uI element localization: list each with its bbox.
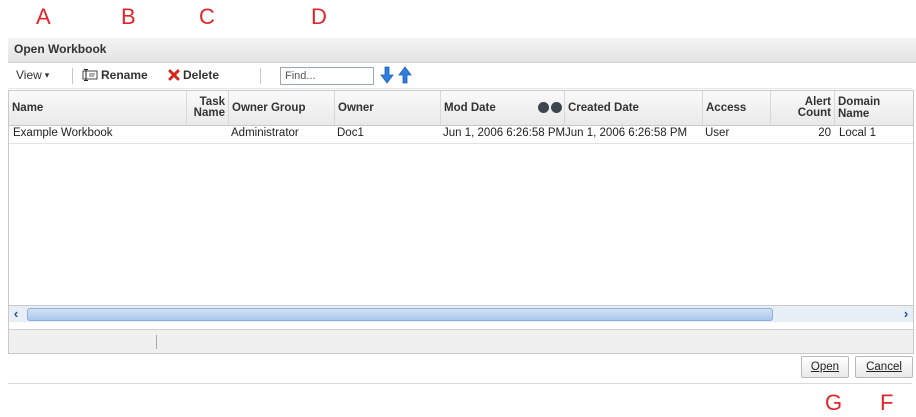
delete-label: Delete (183, 68, 220, 82)
arrow-up-icon[interactable] (398, 66, 412, 84)
arrow-down-icon[interactable] (380, 66, 394, 84)
callout-d: D (311, 4, 327, 29)
toolbar: View ▾ Rename Delete (8, 64, 912, 89)
cell-alert-count: 20 (818, 127, 831, 139)
table-header: Name Task Name Owner Group Owner Mod Dat… (9, 91, 913, 126)
view-menu[interactable]: View ▾ (16, 68, 49, 82)
open-button[interactable]: Open (801, 356, 849, 378)
column-header-owner[interactable]: Owner (335, 91, 441, 125)
callout-g: G (825, 390, 843, 415)
status-bar (9, 329, 913, 353)
column-header-domain-name[interactable]: Domain Name (835, 91, 913, 125)
cell-domain-name: Local 1 (839, 127, 877, 139)
column-header-task-name[interactable]: Task Name (187, 91, 229, 125)
table-row[interactable]: Example Workbook Administrator Doc1 Jun … (9, 125, 913, 144)
cell-mod-date: Jun 1, 2006 6:26:58 PM (443, 127, 565, 139)
delete-icon (168, 69, 180, 81)
cell-created-date: Jun 1, 2006 6:26:58 PM (565, 127, 688, 139)
callout-c: C (199, 4, 215, 29)
column-header-name[interactable]: Name (9, 91, 187, 125)
cell-name: Example Workbook (13, 127, 113, 139)
rename-button[interactable]: Rename (82, 68, 148, 82)
toolbar-separator (72, 68, 73, 84)
sort-ascending-icon[interactable] (538, 102, 549, 113)
delete-button[interactable]: Delete (168, 68, 219, 82)
dialog-title: Open Workbook (14, 42, 107, 56)
column-header-created-date[interactable]: Created Date (565, 91, 703, 125)
sort-descending-icon[interactable] (551, 102, 562, 113)
toolbar-separator (260, 68, 261, 84)
rename-label: Rename (101, 68, 148, 82)
column-header-access[interactable]: Access (703, 91, 771, 125)
status-divider (156, 335, 157, 349)
cell-access: User (705, 127, 730, 139)
scroll-right-icon[interactable]: › (899, 306, 913, 322)
column-header-alert-count[interactable]: Alert Count (771, 91, 835, 125)
footer-divider (8, 383, 912, 384)
callout-f: F (880, 390, 894, 415)
open-button-label: Open (810, 361, 840, 373)
workbook-table: Name Task Name Owner Group Owner Mod Dat… (8, 90, 914, 354)
scroll-left-icon[interactable]: ‹ (9, 306, 23, 322)
chevron-down-icon: ▾ (44, 69, 50, 80)
cancel-button[interactable]: Cancel (855, 356, 913, 378)
scrollbar-thumb[interactable] (27, 308, 773, 321)
callout-a: A (36, 4, 51, 29)
view-menu-label: View (16, 68, 42, 82)
cell-owner: Doc1 (337, 127, 364, 139)
callout-b: B (121, 4, 136, 29)
cancel-button-label: Cancel (866, 361, 902, 373)
cell-owner-group: Administrator (231, 127, 299, 139)
dialog-title-bar: Open Workbook (8, 38, 916, 63)
horizontal-scrollbar[interactable]: ‹ › (9, 305, 913, 322)
rename-icon (82, 69, 98, 81)
find-input[interactable] (280, 67, 374, 85)
column-header-owner-group[interactable]: Owner Group (229, 91, 335, 125)
sort-buttons (538, 102, 562, 113)
